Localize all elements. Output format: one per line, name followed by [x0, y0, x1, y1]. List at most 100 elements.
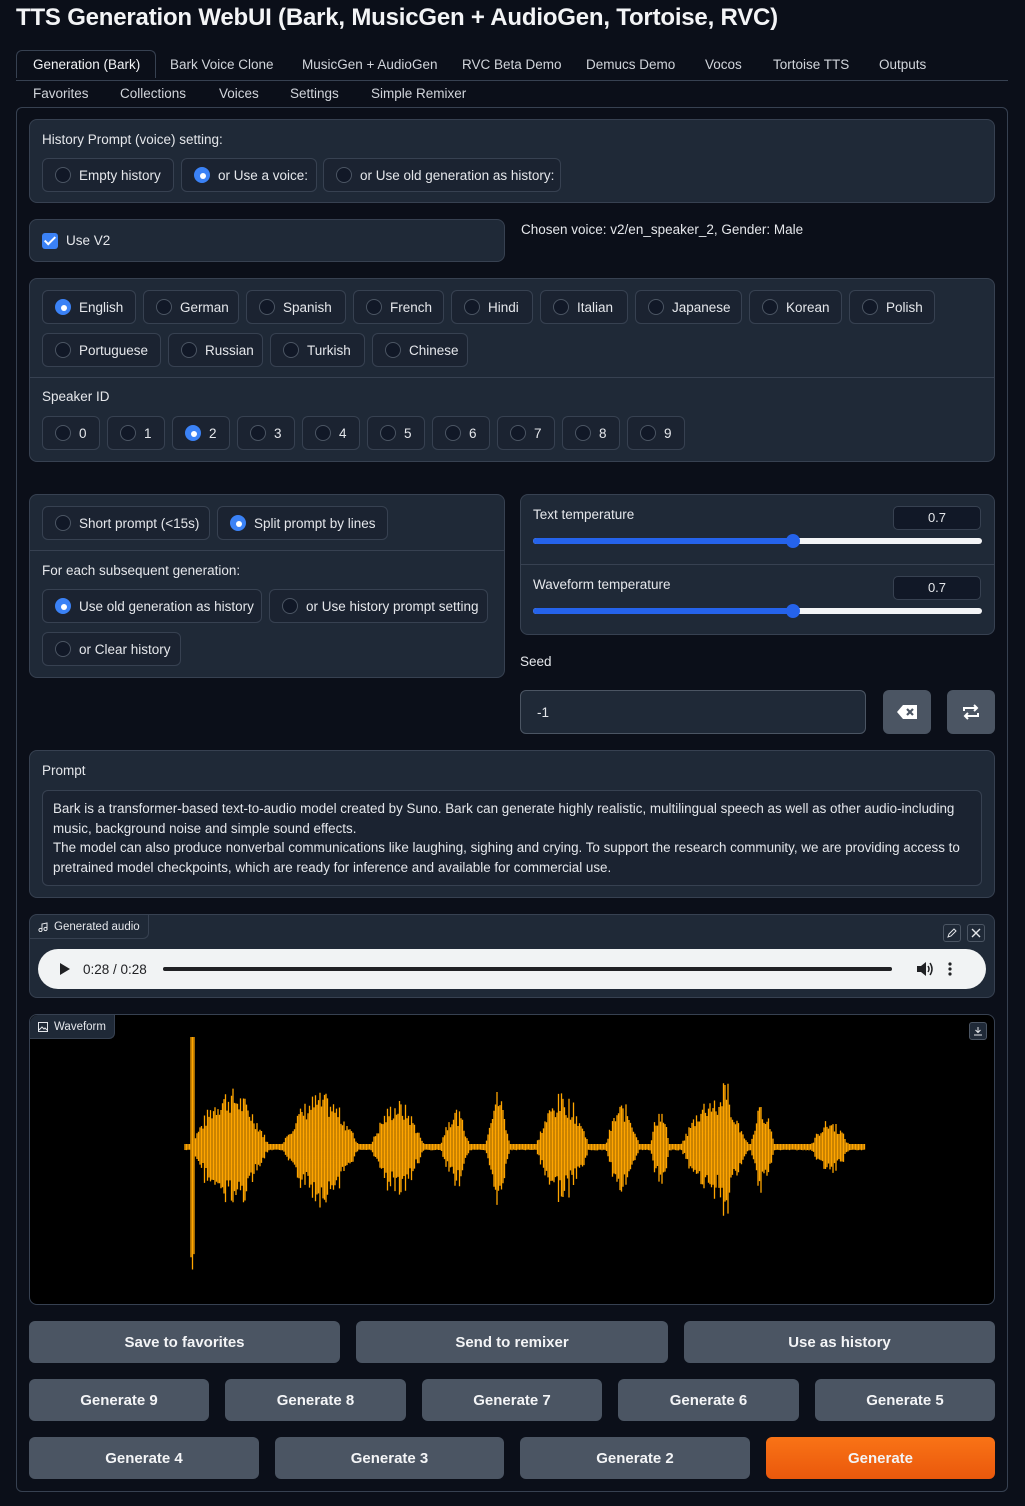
radio-label: 4: [339, 425, 347, 441]
slider-fill: [533, 608, 794, 614]
volume-icon[interactable]: [916, 961, 934, 977]
radio-speaker-3[interactable]: 3: [237, 416, 295, 450]
use-as-history-button[interactable]: Use as history: [684, 1321, 995, 1363]
radio-use-a-voice[interactable]: or Use a voice:: [181, 158, 317, 192]
speaker-id-label: Speaker ID: [42, 389, 110, 404]
radio-short-prompt[interactable]: Short prompt (<15s): [42, 506, 210, 540]
use-v2-panel[interactable]: Use V2: [29, 219, 505, 262]
audio-player[interactable]: 0:28 / 0:28: [38, 949, 986, 989]
radio-lang-polish[interactable]: Polish: [849, 290, 935, 324]
tab-favorites[interactable]: Favorites: [33, 86, 89, 101]
generate-7-button[interactable]: Generate 7: [422, 1379, 602, 1421]
waveform-temperature-label: Waveform temperature: [533, 577, 671, 592]
use-v2-label: Use V2: [66, 233, 111, 248]
radio-lang-korean[interactable]: Korean: [749, 290, 842, 324]
tab-collections[interactable]: Collections: [120, 86, 186, 101]
text-temperature-slider[interactable]: [533, 534, 982, 548]
radio-speaker-6[interactable]: 6: [432, 416, 490, 450]
more-options-icon[interactable]: [948, 962, 952, 976]
send-to-remixer-button[interactable]: Send to remixer: [356, 1321, 668, 1363]
tab-outputs[interactable]: Outputs: [879, 57, 926, 72]
radio-dot: [55, 167, 71, 183]
radio-dot: [230, 515, 246, 531]
radio-speaker-1[interactable]: 1: [107, 416, 165, 450]
radio-empty-history[interactable]: Empty history: [42, 158, 174, 192]
radio-dot: [336, 167, 352, 183]
prompt-textarea[interactable]: Bark is a transformer-based text-to-audi…: [42, 790, 982, 886]
radio-dot: [55, 641, 71, 657]
tab-musicgen-audiogen[interactable]: MusicGen + AudioGen: [302, 57, 437, 72]
tab-vocos[interactable]: Vocos: [705, 57, 742, 72]
radio-dot: [55, 299, 71, 315]
generate-5-button[interactable]: Generate 5: [815, 1379, 995, 1421]
generated-audio-panel: Generated audio 0:28 / 0:28: [29, 914, 995, 998]
slider-thumb[interactable]: [786, 604, 801, 618]
radio-use-history-prompt-setting[interactable]: or Use history prompt setting: [269, 589, 488, 623]
radio-label: Turkish: [307, 342, 351, 358]
play-icon[interactable]: [59, 962, 71, 976]
edit-audio-button[interactable]: [943, 924, 961, 942]
generate-8-button[interactable]: Generate 8: [225, 1379, 406, 1421]
radio-speaker-2[interactable]: 2: [172, 416, 230, 450]
radio-lang-italian[interactable]: Italian: [540, 290, 628, 324]
radio-label: French: [390, 299, 433, 315]
audio-progress-bar[interactable]: [162, 967, 892, 971]
radio-lang-russian[interactable]: Russian: [168, 333, 263, 367]
tab-rvc-beta-demo[interactable]: RVC Beta Demo: [462, 57, 562, 72]
generate-6-button[interactable]: Generate 6: [618, 1379, 799, 1421]
radio-speaker-8[interactable]: 8: [562, 416, 620, 450]
randomize-seed-button[interactable]: [947, 690, 995, 734]
radio-speaker-0[interactable]: 0: [42, 416, 100, 450]
radio-speaker-5[interactable]: 5: [367, 416, 425, 450]
radio-lang-spanish[interactable]: Spanish: [246, 290, 346, 324]
generate-button[interactable]: Generate: [766, 1437, 995, 1479]
clear-audio-button[interactable]: [967, 924, 985, 942]
radio-speaker-7[interactable]: 7: [497, 416, 555, 450]
generate-3-button[interactable]: Generate 3: [275, 1437, 504, 1479]
text-temperature-value[interactable]: 0.7: [893, 506, 981, 530]
radio-speaker-9[interactable]: 9: [627, 416, 685, 450]
radio-clear-history[interactable]: or Clear history: [42, 632, 181, 666]
tab-generation-bark[interactable]: Generation (Bark): [16, 50, 157, 78]
tab-demucs-demo[interactable]: Demucs Demo: [586, 57, 675, 72]
radio-lang-french[interactable]: French: [353, 290, 444, 324]
radio-lang-japanese[interactable]: Japanese: [635, 290, 742, 324]
slider-thumb[interactable]: [786, 534, 801, 548]
tab-bark-voice-clone[interactable]: Bark Voice Clone: [170, 57, 274, 72]
radio-use-old-generation-history[interactable]: Use old generation as history: [42, 589, 262, 623]
radio-lang-chinese[interactable]: Chinese: [372, 333, 468, 367]
radio-dot: [120, 425, 136, 441]
radio-split-prompt[interactable]: Split prompt by lines: [217, 506, 388, 540]
tab-settings[interactable]: Settings: [290, 86, 339, 101]
waveform-temperature-slider[interactable]: [533, 604, 982, 618]
radio-dot: [648, 299, 664, 315]
radio-dot: [862, 299, 878, 315]
generate-4-button[interactable]: Generate 4: [29, 1437, 259, 1479]
seed-label: Seed: [520, 654, 552, 669]
radio-dot: [55, 515, 71, 531]
radio-speaker-4[interactable]: 4: [302, 416, 360, 450]
tab-divider: [16, 80, 1008, 81]
waveform-temperature-value[interactable]: 0.7: [893, 576, 981, 600]
tab-tortoise-tts[interactable]: Tortoise TTS: [773, 57, 849, 72]
save-to-favorites-button[interactable]: Save to favorites: [29, 1321, 340, 1363]
radio-dot: [55, 598, 71, 614]
radio-label: Italian: [577, 299, 614, 315]
use-v2-checkbox[interactable]: [42, 233, 58, 249]
music-note-icon: [38, 921, 48, 932]
tab-simple-remixer[interactable]: Simple Remixer: [371, 86, 466, 101]
radio-lang-portuguese[interactable]: Portuguese: [42, 333, 161, 367]
tab-voices[interactable]: Voices: [219, 86, 259, 101]
radio-dot: [282, 598, 298, 614]
radio-lang-german[interactable]: German: [143, 290, 239, 324]
radio-dot: [553, 299, 569, 315]
seed-input[interactable]: -1: [520, 690, 866, 734]
generate-2-button[interactable]: Generate 2: [520, 1437, 750, 1479]
radio-use-old-generation[interactable]: or Use old generation as history:: [323, 158, 561, 192]
radio-dot: [283, 342, 299, 358]
generate-9-button[interactable]: Generate 9: [29, 1379, 209, 1421]
clear-seed-button[interactable]: [883, 690, 931, 734]
radio-lang-hindi[interactable]: Hindi: [451, 290, 533, 324]
radio-lang-turkish[interactable]: Turkish: [270, 333, 365, 367]
radio-lang-english[interactable]: English: [42, 290, 136, 324]
